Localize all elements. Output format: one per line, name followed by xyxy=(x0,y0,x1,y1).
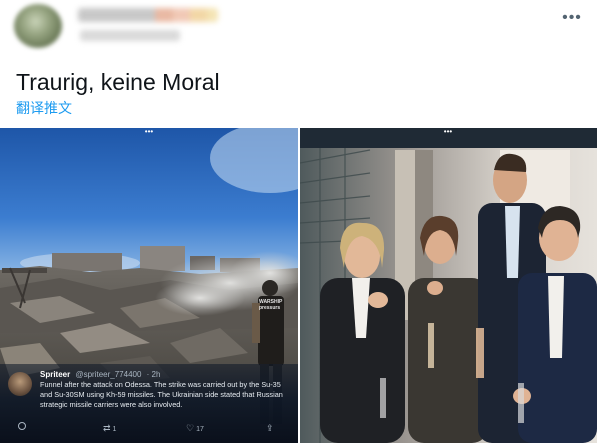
media-photo-destruction[interactable]: ••• WARSHIP pressurs Spriteer @spriteer_… xyxy=(0,128,298,443)
embedded-reply-button[interactable] xyxy=(18,422,29,434)
vest-text: WARSHIP pressurs xyxy=(259,299,283,311)
translate-tweet-link[interactable]: 翻译推文 xyxy=(16,99,72,117)
embedded-tweet-card[interactable]: Spriteer @spriteer_774400 · 2h Funnel af… xyxy=(0,364,298,443)
embedded-timestamp: · 2h xyxy=(146,370,161,379)
embedded-like-button[interactable]: ♡ 17 xyxy=(186,422,204,436)
embedded-like-count: 17 xyxy=(196,426,204,433)
tweet-media[interactable]: ••• WARSHIP pressurs Spriteer @spriteer_… xyxy=(0,128,597,443)
like-icon: ♡ xyxy=(186,423,195,433)
author-avatar[interactable] xyxy=(14,4,62,48)
embedded-retweet-button[interactable]: ⇄ 1 xyxy=(103,422,116,436)
svg-text:•••: ••• xyxy=(145,128,154,136)
media-photo-reception[interactable]: ••• xyxy=(300,128,597,443)
retweet-icon: ⇄ xyxy=(103,423,111,433)
author-handle-blurred xyxy=(80,30,180,41)
share-icon: ⇪ xyxy=(266,423,274,433)
embedded-author-name[interactable]: Spriteer xyxy=(40,370,70,379)
tweet-header: ••• xyxy=(0,0,597,60)
embedded-tweet-body: Funnel after the attack on Odessa. The s… xyxy=(40,380,283,409)
embedded-author-handle: @spriteer_774400 xyxy=(75,370,142,379)
embedded-avatar[interactable] xyxy=(8,372,32,396)
svg-text:•••: ••• xyxy=(444,128,453,136)
embedded-retweet-count: 1 xyxy=(112,426,117,433)
embedded-tweet-header: Spriteer @spriteer_774400 · 2h xyxy=(40,370,160,380)
tweet-text: Traurig, keine Moral xyxy=(16,69,220,95)
more-options-icon[interactable]: ••• xyxy=(562,8,582,28)
author-name-blurred[interactable] xyxy=(78,8,218,22)
embedded-share-button[interactable]: ⇪ xyxy=(266,422,274,436)
reply-icon xyxy=(18,422,26,430)
reception-photo-illustration: ••• xyxy=(300,128,597,443)
embedded-tweet-actions: ⇄ 1 ♡ 17 ⇪ xyxy=(18,422,288,434)
